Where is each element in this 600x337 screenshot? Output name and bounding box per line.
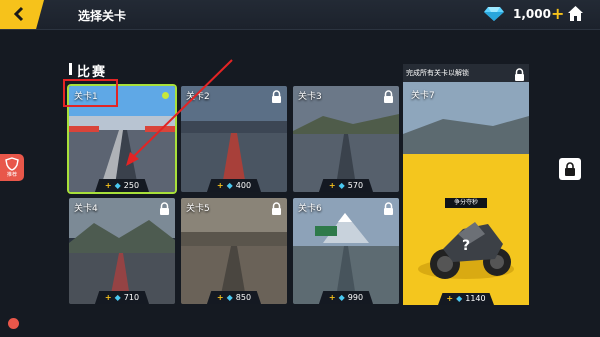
record-icon[interactable] <box>8 318 19 329</box>
arrow-annotation <box>126 59 233 166</box>
